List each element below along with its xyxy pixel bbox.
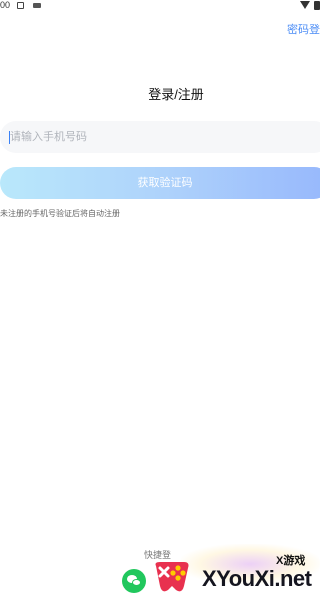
gallery-icon <box>33 3 41 8</box>
battery-icon <box>314 1 320 10</box>
get-verification-code-button[interactable]: 获取验证码 <box>0 167 320 199</box>
status-bar: 00 <box>0 0 320 14</box>
gamepad-logo-icon <box>155 562 189 592</box>
phone-input-container <box>0 121 320 153</box>
wechat-icon-bubble <box>132 579 141 586</box>
register-note: 未注册的手机号验证后将自动注册 <box>0 209 120 218</box>
notification-icon <box>17 2 24 9</box>
wifi-icon <box>300 1 310 9</box>
phone-input[interactable] <box>10 121 310 153</box>
wechat-login-button[interactable] <box>122 569 146 593</box>
password-login-link[interactable]: 密码登 <box>287 21 320 37</box>
watermark-domain: XYouXi.net <box>202 566 312 591</box>
page-title: 登录/注册 <box>148 87 204 102</box>
status-time: 00 <box>0 0 11 10</box>
watermark: X游戏 XYouXi.net <box>150 544 320 606</box>
